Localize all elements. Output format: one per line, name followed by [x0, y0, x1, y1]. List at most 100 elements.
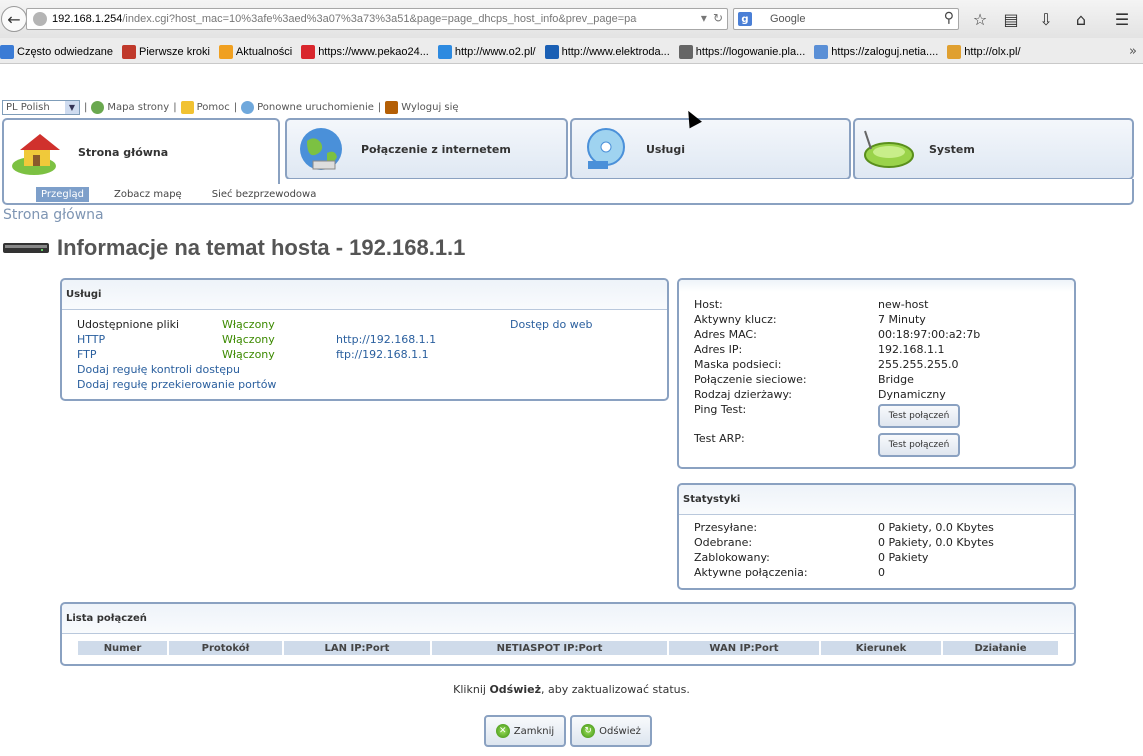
router-icon	[2, 240, 50, 256]
search-icon[interactable]: ⚲	[944, 10, 954, 26]
ip-label: Adres IP:	[694, 343, 743, 356]
web-access-link[interactable]: Dostęp do web	[510, 318, 592, 331]
tab-system[interactable]: System	[853, 118, 1134, 180]
ftp-link[interactable]: FTP	[77, 348, 97, 361]
host-label: Host:	[694, 298, 723, 311]
services-heading: Usługi	[62, 280, 667, 310]
bookmark-icon	[544, 45, 559, 59]
host-info-panel: Host: new-host Aktywny klucz: 7 Minuty A…	[677, 278, 1076, 469]
status-message: Kliknij Odśwież, aby zaktualizować statu…	[453, 683, 690, 696]
bookmark-item[interactable]: http://www.o2.pl/	[437, 45, 536, 59]
help-icon	[180, 100, 194, 114]
bookmark-item[interactable]: Często odwiedzane	[0, 45, 113, 59]
sitemap-link[interactable]: Mapa strony	[91, 100, 169, 114]
http-status: Włączony	[222, 333, 275, 346]
bookmark-item[interactable]: Aktualności	[218, 45, 292, 59]
search-placeholder: Google	[770, 13, 806, 25]
bookmark-item[interactable]: https://www.pekao24...	[301, 45, 429, 59]
disc-icon	[578, 125, 636, 173]
tab-home[interactable]: Strona główna	[2, 118, 280, 184]
bookmark-icon	[301, 45, 316, 59]
page-title: Informacje na temat hosta - 192.168.1.1	[57, 235, 466, 260]
chevron-right-icon[interactable]: »	[1129, 44, 1137, 59]
ftp-status: Włączony	[222, 348, 275, 361]
subnav-wireless[interactable]: Sieć bezprzewodowa	[207, 187, 322, 202]
add-port-rule-link[interactable]: Dodaj regułę przekierowanie portów	[77, 378, 276, 391]
connection-value: Bridge	[878, 373, 914, 386]
bookmark-item[interactable]: https://logowanie.pla...	[678, 45, 805, 59]
active-connections-value: 0	[878, 566, 885, 579]
bookmark-item[interactable]: http://www.elektroda...	[544, 45, 670, 59]
address-bar[interactable]: 192.168.1.254 /index.cgi?host_mac=10%3af…	[26, 8, 728, 30]
back-arrow-icon: ←	[7, 9, 21, 29]
logout-link[interactable]: Wyloguj się	[385, 100, 459, 114]
navigation-toolbar: ← 192.168.1.254 /index.cgi?host_mac=10%3…	[0, 0, 1143, 38]
url-path: /index.cgi?host_mac=10%3afe%3aed%3a07%3a…	[122, 13, 638, 25]
subnav-map[interactable]: Zobacz mapę	[109, 187, 187, 202]
connection-label: Połączenie sieciowe:	[694, 373, 807, 386]
ip-value: 192.168.1.1	[878, 343, 945, 356]
language-select[interactable]: PL Polish ▼	[2, 99, 80, 115]
tab-home-label: Strona główna	[78, 145, 169, 159]
bookmark-icon	[122, 45, 137, 59]
home-icon[interactable]: ⌂	[1069, 8, 1093, 30]
bookmark-icon	[814, 45, 829, 59]
bookmark-item[interactable]: https://zaloguj.netia....	[814, 45, 938, 59]
bookmark-item[interactable]: http://olx.pl/	[947, 45, 1021, 59]
breadcrumb[interactable]: Strona główna	[3, 207, 104, 223]
star-icon[interactable]: ☆	[968, 8, 992, 30]
blocked-value: 0 Pakiety	[878, 551, 929, 564]
subnav-overview[interactable]: Przegląd	[36, 187, 89, 202]
dropdown-icon[interactable]: ▾	[701, 11, 707, 25]
http-link[interactable]: HTTP	[77, 333, 105, 346]
sent-value: 0 Pakiety, 0.0 Kbytes	[878, 521, 994, 534]
back-button[interactable]: ←	[1, 6, 27, 32]
globe-icon	[33, 12, 47, 26]
close-button[interactable]: ✕ Zamknij	[484, 715, 566, 747]
arp-label: Test ARP:	[694, 432, 745, 445]
lease-value: 7 Minuty	[878, 313, 926, 326]
received-value: 0 Pakiety, 0.0 Kbytes	[878, 536, 994, 549]
close-icon: ✕	[495, 724, 510, 738]
download-icon[interactable]: ⇩	[1034, 8, 1058, 30]
reload-icon[interactable]: ↻	[713, 11, 723, 25]
help-link[interactable]: Pomoc	[180, 100, 230, 114]
browser-chrome: ← 192.168.1.254 /index.cgi?host_mac=10%3…	[0, 0, 1143, 64]
bookmark-icon	[947, 45, 962, 59]
arp-test-button[interactable]: Test połączeń	[878, 433, 960, 457]
statistics-heading: Statystyki	[679, 485, 1074, 515]
tab-internet[interactable]: Połączenie z internetem	[285, 118, 568, 180]
connections-table-header: Numer Protokół LAN IP:Port NETIASPOT IP:…	[78, 641, 1060, 655]
chevron-down-icon: ▼	[65, 100, 79, 114]
tab-system-label: System	[929, 142, 975, 156]
column-header: Protokół	[169, 641, 282, 655]
tab-services[interactable]: Usługi	[570, 118, 851, 180]
mac-label: Adres MAC:	[694, 328, 757, 341]
lease-type-value: Dynamiczny	[878, 388, 946, 401]
restart-link[interactable]: Ponowne uruchomienie	[241, 100, 374, 114]
top-links: PL Polish ▼ | Mapa strony | Pomoc | Pono…	[2, 99, 459, 115]
lease-label: Aktywny klucz:	[694, 313, 777, 326]
url-host: 192.168.1.254	[52, 13, 123, 25]
router-device-icon	[861, 125, 919, 173]
menu-icon[interactable]: ☰	[1110, 8, 1134, 30]
host-value: new-host	[878, 298, 929, 311]
bookmark-item[interactable]: Pierwsze kroki	[122, 45, 210, 59]
column-header: LAN IP:Port	[284, 641, 430, 655]
blocked-label: Zablokowany:	[694, 551, 770, 564]
logout-icon	[385, 100, 399, 114]
refresh-button[interactable]: ↻ Odśwież	[570, 715, 652, 747]
bookmarks-bar: Często odwiedzane Pierwsze kroki Aktualnoś…	[0, 40, 1143, 64]
search-bar[interactable]: g Google ⚲	[733, 8, 959, 30]
column-header: WAN IP:Port	[669, 641, 819, 655]
http-url-link[interactable]: http://192.168.1.1	[336, 333, 436, 346]
mask-label: Maska podsieci:	[694, 358, 782, 371]
ftp-url-link[interactable]: ftp://192.168.1.1	[336, 348, 429, 361]
ping-label: Ping Test:	[694, 403, 747, 416]
shared-files-label: Udostępnione pliki	[77, 318, 180, 331]
ping-test-button[interactable]: Test połączeń	[878, 404, 960, 428]
house-icon	[10, 128, 68, 176]
google-icon[interactable]: g	[738, 12, 752, 26]
reading-list-icon[interactable]: ▤	[999, 8, 1023, 30]
add-access-rule-link[interactable]: Dodaj regułę kontroli dostępu	[77, 363, 240, 376]
